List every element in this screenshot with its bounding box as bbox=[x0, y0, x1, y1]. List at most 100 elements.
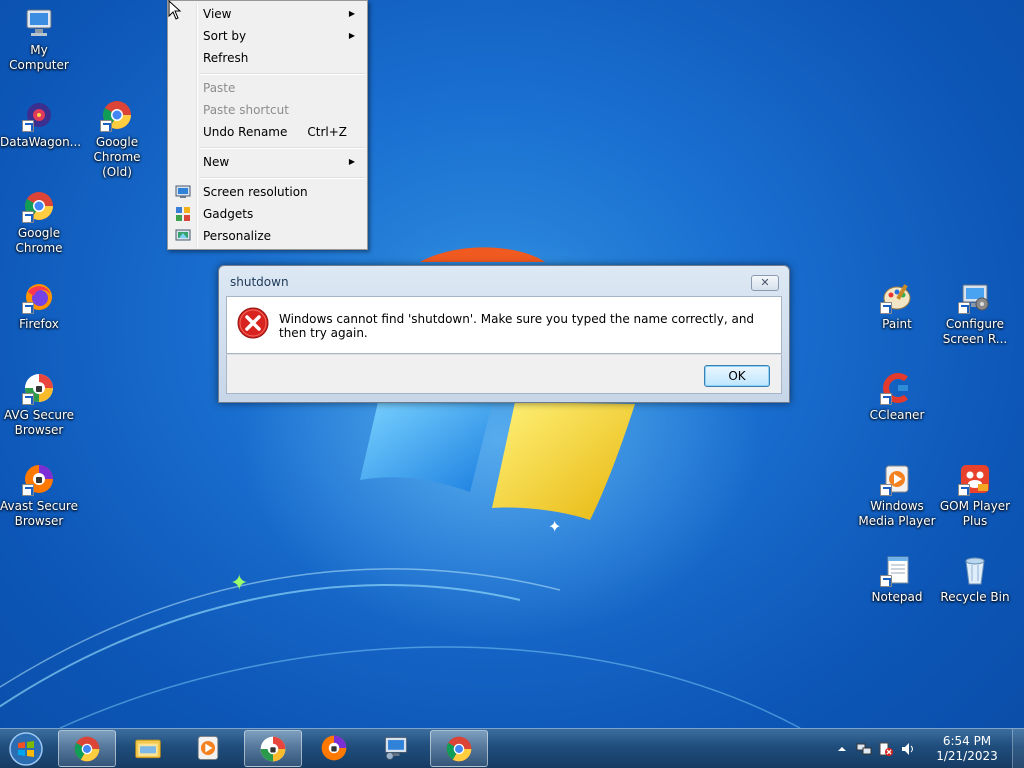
desktop-icon-label: Avast Secure Browser bbox=[0, 499, 78, 528]
submenu-arrow-icon: ▶ bbox=[348, 157, 355, 166]
remote-desktop-icon bbox=[384, 736, 408, 760]
menu-item-label: Paste shortcut bbox=[203, 103, 289, 117]
menu-item-sort-by[interactable]: Sort by ▶ bbox=[170, 25, 365, 47]
media-player-icon bbox=[197, 736, 219, 760]
desktop-icon-avg-secure-browser[interactable]: AVG Secure Browser bbox=[0, 371, 78, 438]
action-center-icon[interactable] bbox=[878, 741, 894, 757]
desktop-icon-label: Paint bbox=[882, 317, 912, 331]
dialog-body: Windows cannot find 'shutdown'. Make sur… bbox=[226, 296, 782, 354]
avast-browser-icon bbox=[22, 462, 56, 496]
submenu-arrow-icon: ▶ bbox=[348, 31, 355, 40]
chrome-icon bbox=[74, 736, 100, 762]
menu-item-label: Undo Rename bbox=[203, 125, 288, 139]
desktop-icon-firefox[interactable]: Firefox bbox=[0, 280, 78, 332]
desktop-context-menu: View ▶ Sort by ▶ Refresh Paste Paste sho… bbox=[167, 0, 368, 250]
gadgets-icon bbox=[175, 206, 191, 222]
desktop-icon-windows-media-player[interactable]: Windows Media Player bbox=[858, 462, 936, 529]
desktop-icon-label: Firefox bbox=[19, 317, 59, 331]
show-hidden-icons-icon[interactable] bbox=[834, 741, 850, 757]
desktop-icon-label: Notepad bbox=[871, 590, 923, 604]
taskbar-remote-desktop-button[interactable] bbox=[368, 730, 426, 767]
menu-item-personalize[interactable]: Personalize bbox=[170, 225, 365, 247]
menu-item-refresh[interactable]: Refresh bbox=[170, 47, 365, 69]
taskbar-chrome-button[interactable] bbox=[58, 730, 116, 767]
desktop-icon-label: Windows Media Player bbox=[858, 499, 936, 528]
gom-player-icon bbox=[958, 462, 992, 496]
menu-separator bbox=[200, 147, 365, 149]
taskbar-avg-browser-button[interactable] bbox=[244, 730, 302, 767]
menu-item-view[interactable]: View ▶ bbox=[170, 3, 365, 25]
taskbar-media-player-button[interactable] bbox=[180, 730, 238, 767]
desktop-icon-datawagon[interactable]: DataWagon... bbox=[0, 98, 82, 150]
submenu-arrow-icon: ▶ bbox=[348, 9, 355, 18]
clock-time: 6:54 PM bbox=[942, 734, 992, 748]
clock[interactable]: 6:54 PM 1/21/2023 bbox=[932, 734, 1002, 764]
show-desktop-button[interactable] bbox=[1012, 729, 1024, 768]
start-button[interactable] bbox=[6, 731, 46, 767]
desktop-icon-label: DataWagon... bbox=[0, 135, 82, 149]
desktop-icon-label: My Computer bbox=[9, 43, 69, 72]
datawagon-icon bbox=[22, 98, 56, 132]
desktop-icon-google-chrome-old[interactable]: Google Chrome (Old) bbox=[78, 98, 156, 180]
network-icon[interactable] bbox=[856, 741, 872, 757]
menu-item-paste[interactable]: Paste bbox=[170, 77, 365, 99]
desktop-icon-ccleaner[interactable]: CCleaner bbox=[858, 371, 936, 423]
dialog-footer: OK bbox=[226, 354, 782, 394]
desktop-icon-my-computer[interactable]: My Computer bbox=[0, 6, 78, 73]
desktop-icon-label: CCleaner bbox=[869, 408, 925, 422]
mouse-cursor-icon bbox=[168, 0, 182, 20]
dialog-title: shutdown bbox=[230, 275, 289, 289]
taskbar-avast-browser-button[interactable] bbox=[306, 730, 364, 767]
menu-separator bbox=[200, 177, 365, 179]
ccleaner-icon bbox=[880, 371, 914, 405]
desktop-icon-avast-secure-browser[interactable]: Avast Secure Browser bbox=[0, 462, 78, 529]
ok-button[interactable]: OK bbox=[704, 365, 770, 387]
volume-icon[interactable] bbox=[900, 741, 916, 757]
svg-text:✦: ✦ bbox=[230, 571, 248, 596]
taskbar: 6:54 PM 1/21/2023 bbox=[0, 728, 1024, 768]
desktop-icon-gom-player-plus[interactable]: GOM Player Plus bbox=[936, 462, 1014, 529]
menu-item-label: Paste bbox=[203, 81, 236, 95]
menu-item-gadgets[interactable]: Gadgets bbox=[170, 203, 365, 225]
taskbar-file-explorer-button[interactable] bbox=[120, 730, 178, 767]
taskbar-chrome-button-2[interactable] bbox=[430, 730, 488, 767]
computer-icon bbox=[22, 6, 56, 40]
desktop-icon-paint[interactable]: Paint bbox=[858, 280, 936, 332]
menu-item-label: Personalize bbox=[203, 229, 272, 243]
menu-item-screen-resolution[interactable]: Screen resolution bbox=[170, 181, 365, 203]
file-explorer-icon bbox=[135, 739, 161, 759]
menu-item-undo-rename[interactable]: Undo Rename Ctrl+Z bbox=[170, 121, 365, 143]
clock-date: 1/21/2023 bbox=[936, 749, 998, 763]
menu-item-new[interactable]: New ▶ bbox=[170, 151, 365, 173]
firefox-icon bbox=[22, 280, 56, 314]
media-player-icon bbox=[880, 462, 914, 496]
desktop-icon-label: GOM Player Plus bbox=[939, 499, 1011, 528]
desktop-icon-notepad[interactable]: Notepad bbox=[858, 553, 936, 605]
desktop-icon-google-chrome[interactable]: Google Chrome bbox=[0, 189, 78, 256]
menu-separator bbox=[200, 73, 365, 75]
menu-item-label: Sort by bbox=[203, 29, 247, 43]
recycle-bin-icon bbox=[958, 553, 992, 587]
close-button[interactable]: ✕ bbox=[751, 275, 779, 291]
paint-icon bbox=[880, 280, 914, 314]
desktop-icon-label: Configure Screen R... bbox=[942, 317, 1008, 346]
desktop-icon-label: Google Chrome bbox=[15, 226, 63, 255]
configure-screen-icon bbox=[958, 280, 992, 314]
avast-browser-icon bbox=[321, 735, 347, 761]
windows-logo-icon bbox=[9, 732, 43, 766]
avg-browser-icon bbox=[22, 371, 56, 405]
chrome-icon bbox=[446, 736, 472, 762]
menu-item-label: Screen resolution bbox=[203, 185, 308, 199]
chrome-icon bbox=[100, 98, 134, 132]
menu-item-paste-shortcut[interactable]: Paste shortcut bbox=[170, 99, 365, 121]
personalize-icon bbox=[175, 228, 191, 244]
desktop-icon-label: Google Chrome (Old) bbox=[93, 135, 141, 179]
desktop-icon-label: AVG Secure Browser bbox=[3, 408, 75, 437]
notepad-icon bbox=[880, 553, 914, 587]
svg-text:✦: ✦ bbox=[548, 517, 561, 536]
menu-item-label: Gadgets bbox=[203, 207, 254, 221]
desktop-icon-recycle-bin[interactable]: Recycle Bin bbox=[936, 553, 1014, 605]
error-icon bbox=[237, 307, 269, 339]
desktop-icon-configure-screen[interactable]: Configure Screen R... bbox=[936, 280, 1014, 347]
avg-browser-icon bbox=[260, 736, 286, 762]
